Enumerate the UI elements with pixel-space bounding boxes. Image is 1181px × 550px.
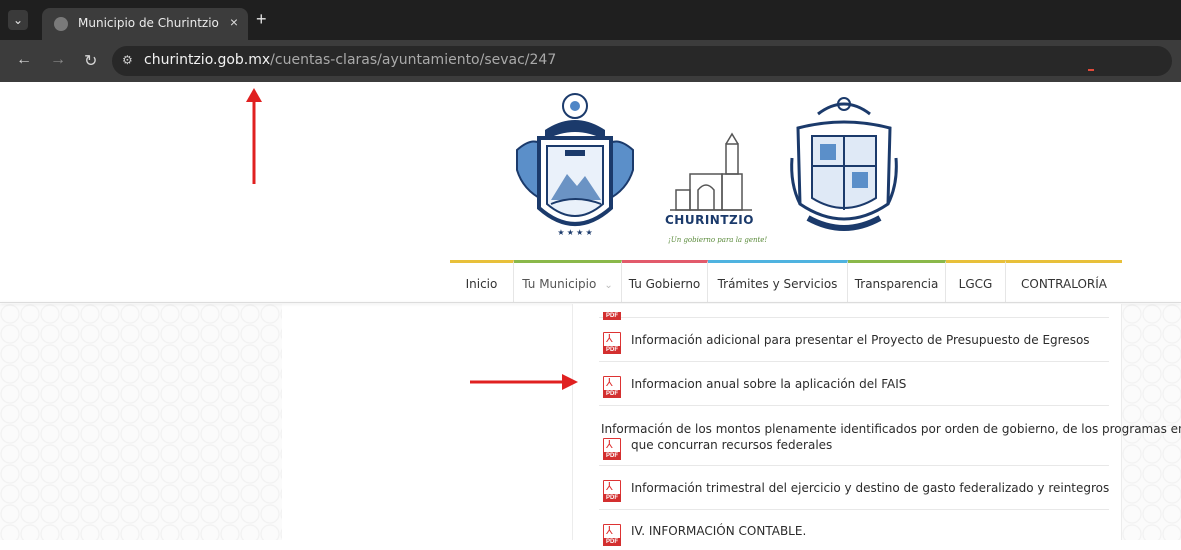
pdf-icon: ⅄ PDF — [603, 376, 621, 398]
nav-transparencia[interactable]: Transparencia — [848, 260, 946, 302]
address-bar-marker — [1088, 69, 1094, 71]
brand-name: CHURINTZIO — [665, 213, 754, 227]
documents-panel: PDF ⅄ PDF Información adicional para pres… — [572, 304, 1181, 546]
pdf-icon-tag: PDF — [603, 538, 621, 546]
list-item[interactable]: ⅄ PDF Información adicional para presenta… — [599, 318, 1109, 362]
nav-lgcg[interactable]: LGCG — [946, 260, 1006, 302]
nav-lgcg-label: LGCG — [958, 277, 993, 291]
back-arrow-icon[interactable]: ← — [16, 51, 32, 69]
chevron-down-icon: ⌄ — [604, 280, 613, 291]
nav-tramites-label: Trámites y Servicios — [717, 277, 838, 291]
document-link[interactable]: Información trimestral del ejercicio y d… — [631, 481, 1109, 495]
svg-text:★ ★ ★ ★: ★ ★ ★ ★ — [557, 228, 592, 237]
nav-tu-municipio-label: Tu Municipio — [522, 277, 597, 291]
tab-close-icon[interactable]: × — [230, 14, 238, 30]
pdf-icon-tag: PDF — [603, 494, 621, 502]
nav-tu-gobierno-label: Tu Gobierno — [628, 277, 701, 291]
url-text: churintzio.gob.mx/cuentas-claras/ayuntam… — [144, 52, 556, 68]
nav-inicio-label: Inicio — [465, 277, 498, 291]
nav-tu-gobierno[interactable]: Tu Gobierno — [622, 260, 708, 302]
main-navigation: Inicio Tu Municipio ⌄ Tu Gobierno Trámite… — [450, 260, 1122, 302]
list-item[interactable]: Información de los montos plenamente ide… — [599, 406, 1181, 466]
web-page: ★ ★ ★ ★ CHURINTZIO ¡Un gobierno para la … — [0, 82, 1181, 546]
pdf-icon-tag: PDF — [603, 452, 621, 460]
background-pattern-left — [0, 304, 282, 540]
municipal-coat-of-arms-logo: ★ ★ ★ ★ — [516, 93, 634, 237]
document-link-continuation[interactable]: que concurran recursos federales — [631, 438, 832, 452]
nav-contraloria[interactable]: CONTRALORÍA — [1006, 260, 1122, 302]
browser-tab[interactable]: Municipio de Churintzio × — [42, 8, 248, 40]
site-settings-icon[interactable]: ⚙ — [122, 53, 133, 67]
reload-icon[interactable]: ↻ — [84, 51, 97, 71]
address-bar[interactable]: ⚙ churintzio.gob.mx/cuentas-claras/ayunt… — [112, 46, 1172, 76]
url-path: /cuentas-claras/ayuntamiento/sevac/247 — [270, 52, 557, 68]
browser-tab-strip: ⌄ Municipio de Churintzio × + — [0, 0, 1181, 40]
browser-toolbar: ← → ↻ ⚙ churintzio.gob.mx/cuentas-claras… — [0, 40, 1181, 82]
tab-title: Municipio de Churintzio — [78, 16, 219, 30]
pdf-icon-tag: PDF — [603, 390, 621, 398]
pdf-icon: ⅄ PDF — [603, 438, 621, 460]
document-link[interactable]: Información adicional para presentar el … — [631, 333, 1090, 347]
list-item: PDF — [599, 298, 1109, 320]
document-link[interactable]: Información de los montos plenamente ide… — [601, 422, 1181, 436]
tab-favicon-icon — [54, 17, 68, 31]
annotation-arrow-right — [470, 374, 578, 390]
nav-tu-municipio[interactable]: Tu Municipio ⌄ — [514, 260, 622, 302]
list-item[interactable]: ⅄ PDF Información trimestral del ejercici… — [599, 466, 1109, 510]
document-link[interactable]: Informacion anual sobre la aplicación de… — [631, 377, 906, 391]
pdf-icon: ⅄ PDF — [603, 332, 621, 354]
state-coat-of-arms-logo — [790, 97, 898, 231]
annotation-arrow-up — [246, 88, 262, 184]
list-item[interactable]: ⅄ PDF Informacion anual sobre la aplicaci… — [599, 362, 1109, 406]
new-tab-button[interactable]: + — [256, 9, 267, 30]
tab-search-menu-button[interactable]: ⌄ — [8, 10, 28, 30]
document-link[interactable]: IV. INFORMACIÓN CONTABLE. — [631, 524, 806, 538]
nav-tramites[interactable]: Trámites y Servicios — [708, 260, 848, 302]
pdf-icon: ⅄ PDF — [603, 524, 621, 546]
list-item[interactable]: ⅄ PDF IV. INFORMACIÓN CONTABLE. — [599, 510, 1109, 550]
brand-tagline: ¡Un gobierno para la gente! — [668, 236, 768, 244]
url-domain: churintzio.gob.mx — [144, 52, 271, 68]
nav-contraloria-label: CONTRALORÍA — [1021, 277, 1107, 291]
pdf-icon: ⅄ PDF — [603, 480, 621, 502]
forward-arrow-icon[interactable]: → — [50, 51, 66, 69]
pdf-icon-tag: PDF — [603, 346, 621, 354]
churintzio-town-logo — [670, 132, 752, 211]
nav-transparencia-label: Transparencia — [854, 277, 939, 291]
nav-inicio[interactable]: Inicio — [450, 260, 514, 302]
pdf-icon: PDF — [603, 298, 621, 320]
